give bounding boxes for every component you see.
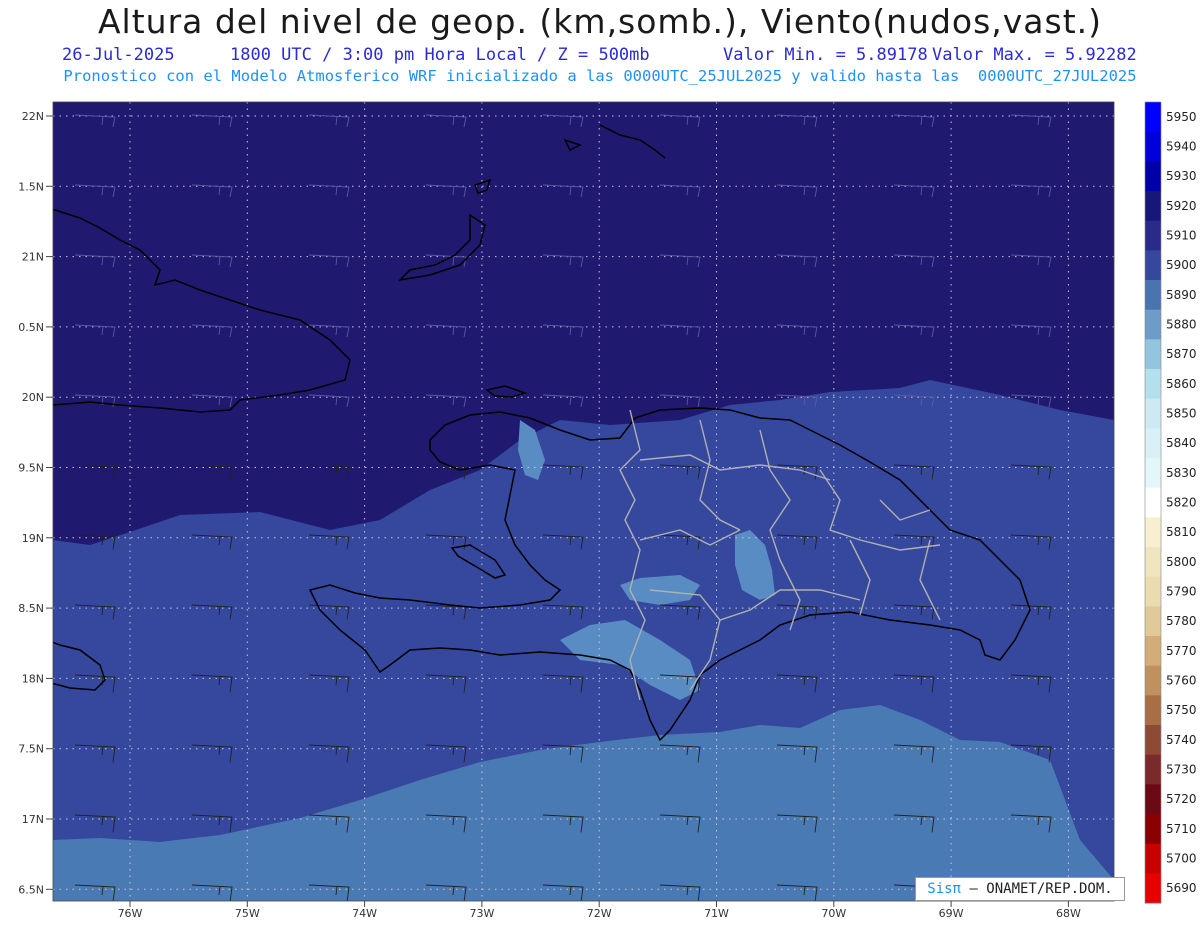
legend-swatch <box>1145 339 1161 370</box>
legend-swatch <box>1145 695 1161 726</box>
credit-text: – ONAMET/REP.DOM. <box>969 881 1113 897</box>
lat-label: 19N <box>22 532 44 545</box>
lon-label: 72W <box>587 907 612 920</box>
legend-swatch <box>1145 784 1161 815</box>
legend-value: 5940 <box>1166 140 1197 154</box>
lon-label: 71W <box>704 907 729 920</box>
legend-value: 5700 <box>1166 852 1197 866</box>
forecast-time: 1800 UTC / 3:00 pm Hora Local / Z = 500m… <box>230 45 650 65</box>
legend-swatch <box>1145 250 1161 281</box>
lat-label: 22N <box>22 110 44 123</box>
legend-value: 5750 <box>1166 703 1197 717</box>
lon-label: 75W <box>235 907 260 920</box>
legend-value: 5690 <box>1166 881 1197 895</box>
legend-swatch <box>1145 369 1161 400</box>
legend-value: 5820 <box>1166 496 1197 510</box>
legend-value: 5920 <box>1166 199 1197 213</box>
lat-label: 1.5N <box>18 180 44 193</box>
credit-brand: Sisπ <box>927 881 961 897</box>
legend-swatch <box>1145 191 1161 222</box>
legend-swatch <box>1145 398 1161 429</box>
lat-label: 17N <box>22 813 44 826</box>
legend-swatch <box>1145 428 1161 459</box>
lon-label: 68W <box>1056 907 1081 920</box>
lat-label: 0.5N <box>18 321 44 334</box>
lat-axis: 22N 1.5N 21N 0.5N 20N 9.5N 19N 8.5N 18N 7.5N 17N 6.… <box>18 110 53 896</box>
legend-swatch <box>1145 487 1161 518</box>
legend-value: 5910 <box>1166 229 1197 243</box>
legend-value: 5870 <box>1166 347 1197 361</box>
legend-swatch <box>1145 517 1161 548</box>
legend-swatch <box>1145 280 1161 311</box>
legend-value: 5860 <box>1166 377 1197 391</box>
lon-label: 76W <box>118 907 143 920</box>
legend-value: 5930 <box>1166 169 1197 183</box>
legend-value: 5770 <box>1166 644 1197 658</box>
legend-value: 5740 <box>1166 733 1197 747</box>
value-max: Valor Max. = 5.92282 <box>932 45 1137 65</box>
legend-swatch <box>1145 873 1161 904</box>
lat-label: 20N <box>22 391 44 404</box>
legend-swatch <box>1145 636 1161 667</box>
legend-swatch <box>1145 102 1161 133</box>
lat-label: 21N <box>22 251 44 264</box>
legend-value: 5800 <box>1166 555 1197 569</box>
legend-value: 5790 <box>1166 585 1197 599</box>
legend-swatch <box>1145 754 1161 785</box>
legend-swatch <box>1145 665 1161 696</box>
credit-box: Sisπ – ONAMET/REP.DOM. <box>915 877 1125 901</box>
lon-label: 69W <box>939 907 964 920</box>
map-canvas: 22N 1.5N 21N 0.5N 20N 9.5N 19N 8.5N 18N 7.5N 17N 6.… <box>18 101 1197 920</box>
legend-swatch <box>1145 220 1161 251</box>
legend-value: 5880 <box>1166 318 1197 332</box>
lon-label: 73W <box>469 907 494 920</box>
legend-value: 5780 <box>1166 614 1197 628</box>
forecast-date: 26-Jul-2025 <box>62 45 175 65</box>
legend-swatch <box>1145 309 1161 340</box>
legend-value: 5720 <box>1166 792 1197 806</box>
legend-value: 5950 <box>1166 110 1197 124</box>
legend-value: 5830 <box>1166 466 1197 480</box>
legend-value: 5810 <box>1166 525 1197 539</box>
legend-swatch <box>1145 576 1161 607</box>
color-legend: 5950 5940 5930 5920 5910 5900 5890 5880 5870 5860… <box>1144 101 1197 904</box>
legend-swatch <box>1145 725 1161 756</box>
legend-value: 5890 <box>1166 288 1197 302</box>
lat-label: 9.5N <box>18 462 44 475</box>
legend-value: 5710 <box>1166 822 1197 836</box>
legend-value: 5730 <box>1166 763 1197 777</box>
model-line: Pronostico con el Modelo Atmosferico WRF… <box>63 67 1137 85</box>
legend-swatch <box>1145 843 1161 874</box>
legend-swatch <box>1145 458 1161 489</box>
lat-label: 8.5N <box>18 602 44 615</box>
legend-value: 5900 <box>1166 258 1197 272</box>
legend-swatch <box>1145 814 1161 845</box>
legend-value: 5850 <box>1166 407 1197 421</box>
legend-swatch <box>1145 547 1161 578</box>
legend-value: 5840 <box>1166 436 1197 450</box>
page-title: Altura del nivel de geop. (km,somb.), Vi… <box>97 2 1103 41</box>
lat-label: 18N <box>22 672 44 685</box>
lat-label: 6.5N <box>18 883 44 896</box>
lon-label: 70W <box>821 907 846 920</box>
lon-axis: 76W 75W 74W 73W 72W 71W 70W 69W 68W <box>118 901 1081 920</box>
legend-swatch <box>1145 606 1161 637</box>
legend-value: 5760 <box>1166 674 1197 688</box>
legend-swatch <box>1145 161 1161 192</box>
lon-label: 74W <box>352 907 377 920</box>
value-min: Valor Min. = 5.89178 <box>723 45 928 65</box>
lat-label: 7.5N <box>18 743 44 756</box>
legend-swatch <box>1145 131 1161 162</box>
